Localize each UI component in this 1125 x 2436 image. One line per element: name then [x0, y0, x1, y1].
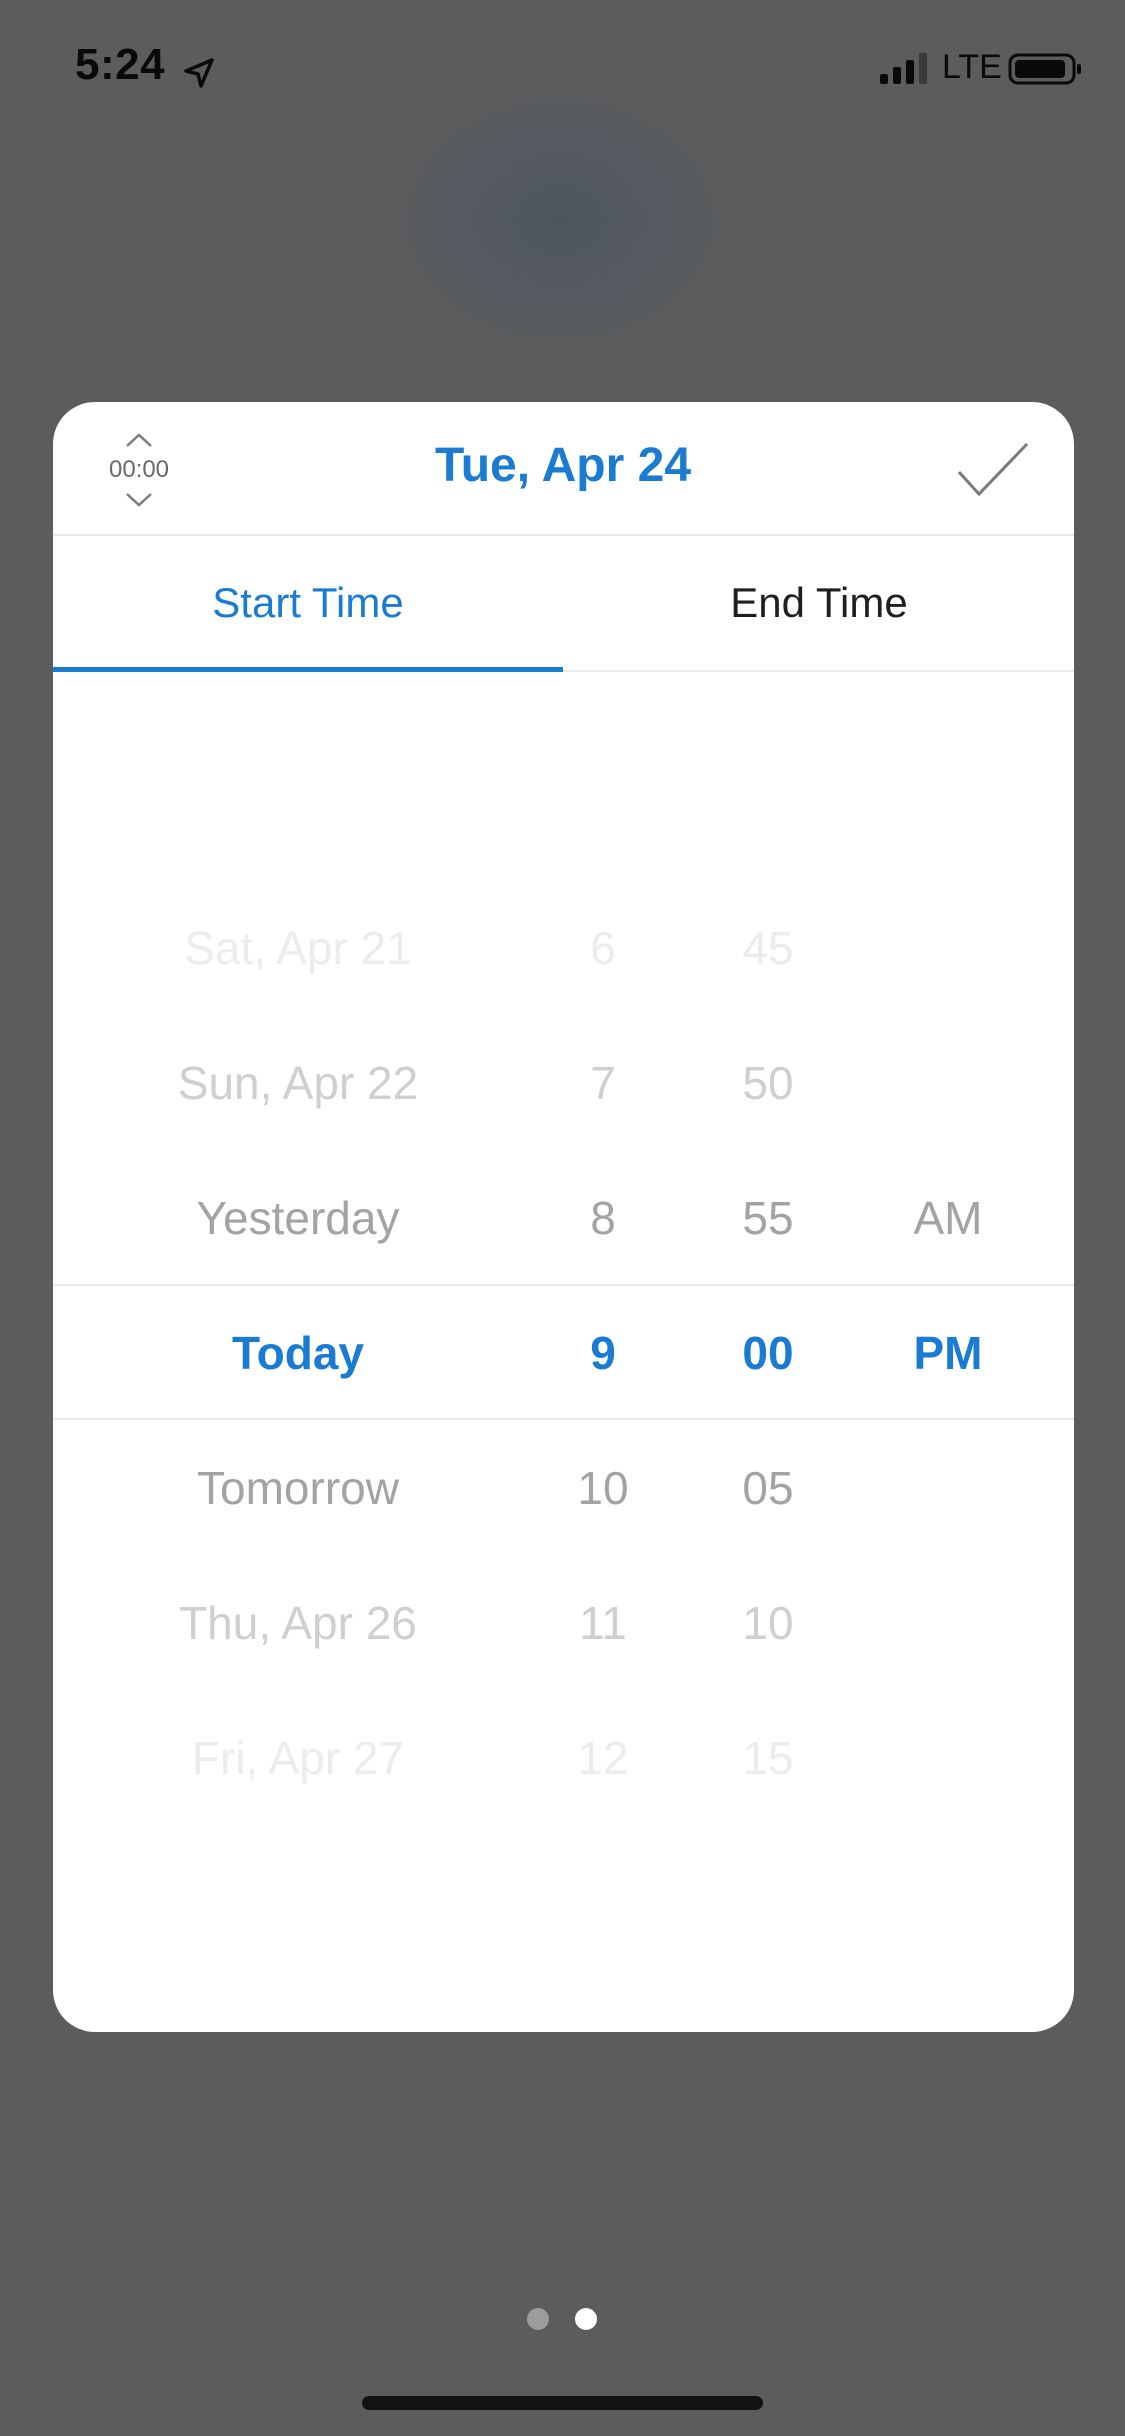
day-option-selected[interactable]: Today	[98, 1313, 498, 1393]
hour-option[interactable]: 7	[548, 1043, 658, 1123]
page-dot[interactable]	[527, 2308, 549, 2330]
page-dot-active[interactable]	[575, 2308, 597, 2330]
day-option[interactable]: Fri, Apr 27	[98, 1718, 498, 1798]
hour-option[interactable]: 6	[548, 908, 658, 988]
minute-option[interactable]: 15	[713, 1718, 823, 1798]
status-bar: 5:24 LTE	[0, 0, 1125, 140]
carrier-label: LTE	[942, 48, 1002, 86]
tab-end-time[interactable]: End Time	[564, 536, 1074, 670]
ampm-option[interactable]: AM	[893, 1178, 1003, 1258]
hour-option-selected[interactable]: 9	[548, 1313, 658, 1393]
minute-option[interactable]: 45	[713, 908, 823, 988]
selection-bottom-line	[53, 1418, 1074, 1420]
ampm-option-selected[interactable]: PM	[893, 1313, 1003, 1393]
location-arrow-icon	[184, 58, 214, 88]
home-indicator[interactable]	[362, 2396, 763, 2410]
selected-date-title: Tue, Apr 24	[434, 439, 692, 492]
minute-option[interactable]: 10	[713, 1583, 823, 1663]
minute-option[interactable]: 55	[713, 1178, 823, 1258]
tab-active-indicator	[53, 667, 563, 672]
page-indicator	[0, 2308, 1125, 2332]
battery-icon	[1008, 53, 1081, 85]
minute-option-selected[interactable]: 00	[713, 1313, 823, 1393]
status-time: 5:24	[75, 40, 166, 89]
tab-start-time[interactable]: Start Time	[53, 536, 563, 670]
date-time-picker-modal: 00:00 Tue, Apr 24 Start Time End Time Sa…	[53, 402, 1074, 2032]
day-option[interactable]: Sun, Apr 22	[98, 1043, 498, 1123]
hour-option[interactable]: 12	[548, 1718, 658, 1798]
cellular-signal-icon	[880, 53, 927, 84]
time-tabs: Start Time End Time	[53, 536, 1074, 672]
duration-label: 00:00	[108, 456, 170, 483]
minute-option[interactable]: 50	[713, 1043, 823, 1123]
day-option[interactable]: Sat, Apr 21	[98, 908, 498, 988]
hour-option[interactable]: 8	[548, 1178, 658, 1258]
checkmark-icon[interactable]	[953, 438, 1033, 502]
hour-option[interactable]: 11	[548, 1583, 658, 1663]
modal-header: 00:00 Tue, Apr 24	[53, 402, 1074, 536]
day-option[interactable]: Tomorrow	[98, 1448, 498, 1528]
hour-option[interactable]: 10	[548, 1448, 658, 1528]
duration-stepper[interactable]: 00:00	[89, 430, 189, 510]
chevron-down-icon[interactable]	[125, 492, 153, 508]
selection-top-line	[53, 1284, 1074, 1286]
minute-option[interactable]: 05	[713, 1448, 823, 1528]
day-option[interactable]: Yesterday	[98, 1178, 498, 1258]
day-option[interactable]: Thu, Apr 26	[98, 1583, 498, 1663]
chevron-up-icon[interactable]	[125, 432, 153, 448]
